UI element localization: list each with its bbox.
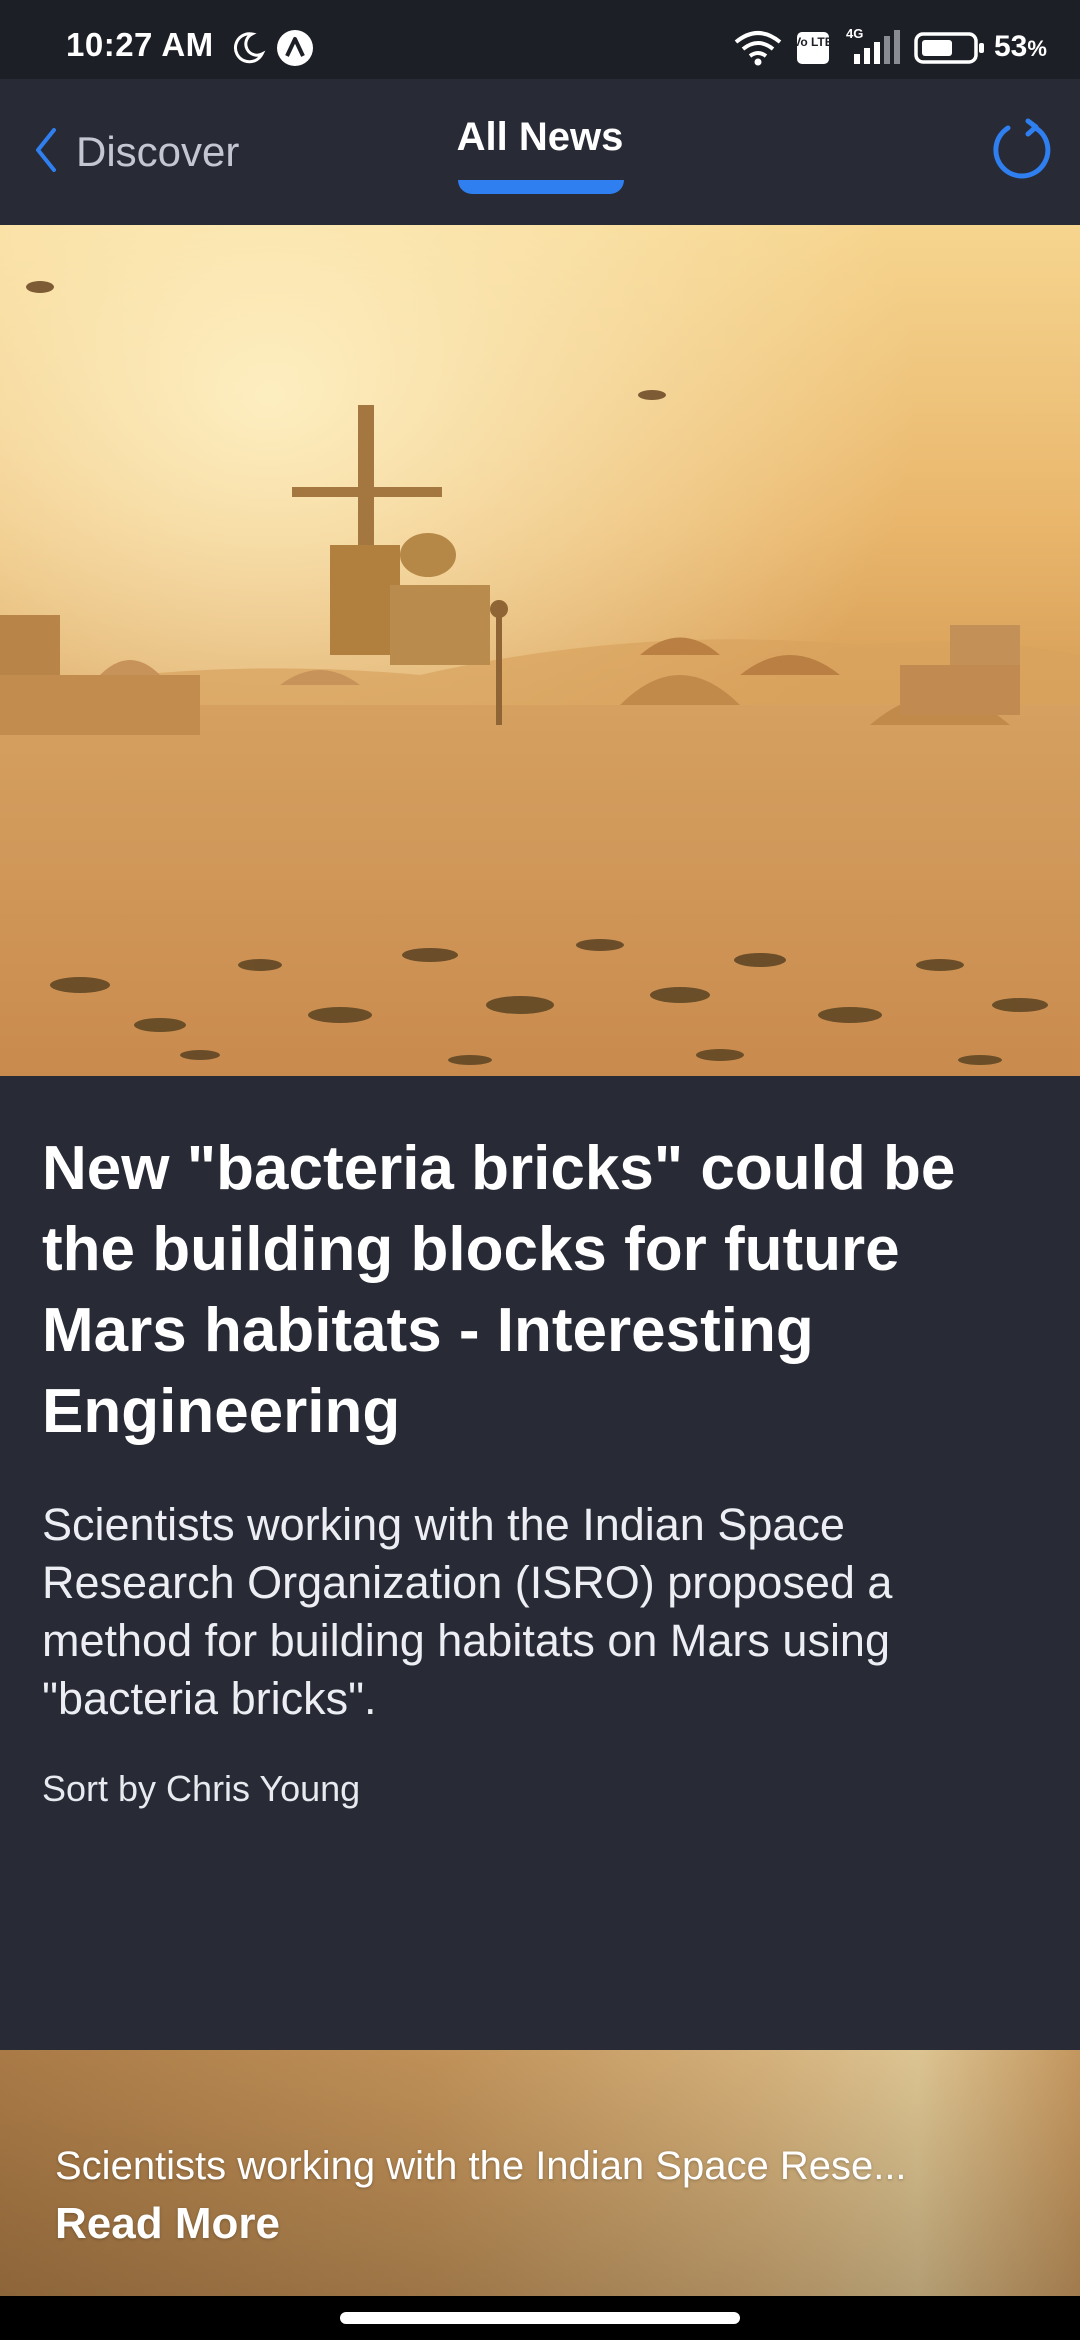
status-time: 10:27 AM bbox=[66, 26, 214, 63]
news-reader-screen: 10:27 AM Vo LTE 4G 53% Discover All News… bbox=[0, 0, 1080, 2340]
article-content: New "bacteria bricks" could be the build… bbox=[42, 1128, 1042, 1810]
active-tab-indicator bbox=[458, 180, 624, 194]
article-headline[interactable]: New "bacteria bricks" could be the build… bbox=[42, 1128, 1042, 1452]
signal-icon: 4G bbox=[842, 26, 906, 71]
battery-percentage: 53% bbox=[994, 30, 1047, 63]
system-gesture-bar bbox=[0, 2296, 1080, 2340]
home-gesture-handle[interactable] bbox=[340, 2312, 740, 2324]
refresh-button[interactable] bbox=[988, 117, 1054, 183]
article-summary: Scientists working with the Indian Space… bbox=[42, 1499, 893, 1724]
top-nav-bar: Discover All News bbox=[0, 79, 1080, 225]
read-more-card[interactable]: Scientists working with the Indian Space… bbox=[0, 2050, 1080, 2296]
network-type-label: 4G bbox=[846, 26, 863, 41]
refresh-icon bbox=[988, 118, 1054, 187]
volte-icon: Vo LTE bbox=[793, 31, 833, 70]
wifi-icon bbox=[734, 30, 782, 71]
moon-icon bbox=[230, 30, 266, 71]
status-bar: 10:27 AM Vo LTE 4G 53% bbox=[0, 0, 1080, 79]
app-notification-icon bbox=[276, 29, 314, 72]
read-more-snippet: Scientists working with the Indian Space… bbox=[55, 2144, 907, 2188]
read-more-link[interactable]: Read More bbox=[55, 2199, 280, 2249]
tab-all-news[interactable]: All News bbox=[0, 115, 1080, 160]
volte-text: Vo LTE bbox=[796, 35, 830, 49]
article-byline: Sort by Chris Young bbox=[42, 1768, 361, 1809]
article-hero-image bbox=[0, 225, 1080, 1076]
battery-icon bbox=[914, 32, 986, 69]
